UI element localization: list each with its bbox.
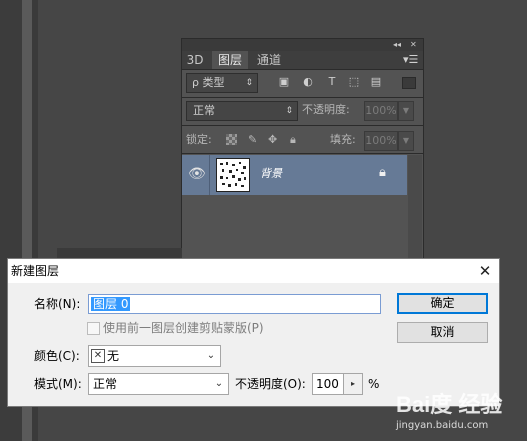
filter-type-label: ρ 类型 bbox=[192, 76, 225, 89]
percent-unit: % bbox=[368, 377, 380, 391]
close-icon[interactable]: ✕ bbox=[474, 260, 496, 282]
tab-3d[interactable]: 3D bbox=[184, 51, 206, 69]
tab-channels[interactable]: 通道 bbox=[252, 51, 286, 69]
chevron-down-icon: ⌄ bbox=[214, 378, 224, 389]
blend-mode-value: 正常 bbox=[193, 104, 215, 117]
ok-button[interactable]: 确定 bbox=[397, 293, 488, 314]
blend-row: 正常 ⇕ 不透明度: 100% ▼ bbox=[186, 101, 419, 121]
panel-title-bar[interactable]: ◂◂ ✕ bbox=[182, 39, 423, 51]
clip-mask-label: 使用前一图层创建剪贴蒙版(P) bbox=[103, 321, 264, 335]
filter-toggle-switch[interactable] bbox=[402, 77, 416, 89]
chevron-down-icon: ⌄ bbox=[206, 350, 216, 361]
layer-filter-row: ρ 类型 ⇕ ▣ ◐ T ⬚ ▤ bbox=[186, 73, 419, 93]
dialog-title: 新建图层 bbox=[11, 264, 60, 278]
fill-label: 填充: bbox=[330, 133, 356, 146]
blend-mode-select[interactable]: 正常 ⇕ bbox=[186, 101, 298, 121]
layer-name-input[interactable]: 图层 0 bbox=[88, 294, 381, 314]
chevron-updown-icon: ⇕ bbox=[245, 78, 253, 88]
opacity-dropdown-arrow[interactable]: ▼ bbox=[398, 101, 414, 121]
panel-scrollbar[interactable] bbox=[408, 155, 422, 263]
panel-divider bbox=[182, 97, 423, 98]
clip-mask-checkbox[interactable] bbox=[87, 322, 100, 335]
fill-field[interactable]: 100% bbox=[364, 131, 398, 151]
collapse-panel-icon[interactable]: ◂◂ bbox=[393, 39, 401, 51]
opacity-spin-value: 100 bbox=[316, 377, 339, 391]
text-filter-icon[interactable]: T bbox=[324, 75, 340, 89]
chevron-updown-icon: ⇕ bbox=[285, 106, 293, 116]
lock-position-icon[interactable]: ✥ bbox=[268, 131, 277, 149]
no-color-swatch-icon: ✕ bbox=[91, 349, 105, 363]
color-label: 颜色(C): bbox=[34, 349, 80, 363]
image-filter-icon[interactable]: ▣ bbox=[276, 75, 292, 89]
dialog-opacity-label: 不透明度(O): bbox=[235, 377, 306, 391]
layer-thumbnail bbox=[216, 158, 250, 192]
filter-type-select[interactable]: ρ 类型 ⇕ bbox=[186, 73, 258, 93]
adjustment-filter-icon[interactable]: ◐ bbox=[300, 75, 316, 89]
baidu-watermark: Bai度 经验 jingyan.baidu.com bbox=[396, 392, 524, 438]
layer-name-selected-text: 图层 0 bbox=[91, 297, 131, 311]
new-layer-dialog: 新建图层 ✕ 名称(N): 图层 0 确定 使用前一图层创建剪贴蒙版(P) 取消… bbox=[7, 258, 500, 407]
layer-row[interactable]: 👁︎ 背景 🔒︎ bbox=[182, 155, 407, 195]
lock-all-icon[interactable]: 🔒︎ bbox=[290, 131, 296, 149]
opacity-label: 不透明度: bbox=[302, 103, 350, 116]
eye-column-separator bbox=[209, 155, 210, 195]
color-select[interactable]: ✕ 无 ⌄ bbox=[88, 345, 221, 367]
panel-tabs: 3D 图层 通道 ▾☰ bbox=[182, 51, 423, 70]
layers-panel: ◂◂ ✕ 3D 图层 通道 ▾☰ ρ 类型 ⇕ ▣ ◐ T ⬚ ▤ 正常 ⇕ 不… bbox=[181, 38, 424, 265]
layer-lock-icon[interactable]: 🔒︎ bbox=[379, 165, 386, 181]
panel-menu-icon[interactable]: ▾☰ bbox=[403, 54, 418, 66]
dialog-title-bar[interactable]: 新建图层 ✕ bbox=[8, 259, 499, 283]
lock-transparent-pixels-icon[interactable] bbox=[226, 134, 237, 145]
fill-dropdown-arrow[interactable]: ▼ bbox=[398, 131, 414, 151]
lock-label: 锁定: bbox=[186, 133, 212, 146]
cancel-button[interactable]: 取消 bbox=[397, 322, 488, 343]
mode-select[interactable]: 正常 ⌄ bbox=[88, 373, 229, 395]
panel-divider bbox=[182, 153, 423, 154]
visibility-eye-icon[interactable]: 👁︎ bbox=[188, 166, 206, 182]
tab-layers[interactable]: 图层 bbox=[212, 51, 248, 69]
opacity-slider-arrow[interactable]: ▸ bbox=[343, 374, 362, 394]
close-panel-icon[interactable]: ✕ bbox=[410, 39, 417, 51]
opacity-spinbox[interactable]: 100 ▸ bbox=[312, 373, 363, 395]
shape-filter-icon[interactable]: ⬚ bbox=[346, 75, 362, 89]
smart-object-filter-icon[interactable]: ▤ bbox=[368, 75, 384, 89]
watermark-brand: Bai度 经验 bbox=[396, 392, 503, 417]
layer-name[interactable]: 背景 bbox=[260, 167, 282, 181]
lock-row: 锁定: ✎ ✥ 🔒︎ 填充: 100% ▼ bbox=[186, 131, 419, 151]
mode-value: 正常 bbox=[93, 377, 118, 391]
watermark-url: jingyan.baidu.com bbox=[396, 420, 489, 431]
panel-divider bbox=[182, 125, 423, 126]
opacity-field[interactable]: 100% bbox=[364, 101, 398, 121]
lock-image-pixels-icon[interactable]: ✎ bbox=[248, 131, 257, 149]
mode-label: 模式(M): bbox=[34, 377, 82, 391]
color-value: 无 bbox=[107, 349, 120, 363]
name-label: 名称(N): bbox=[34, 297, 81, 311]
